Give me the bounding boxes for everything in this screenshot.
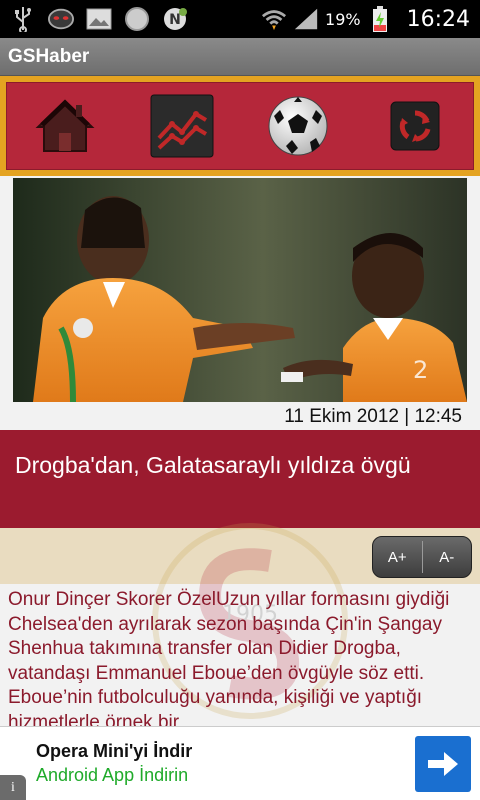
ad-subtitle: Android App İndirin bbox=[36, 765, 189, 785]
app-title: GSHaber bbox=[8, 46, 90, 67]
mask-app-icon bbox=[48, 6, 74, 32]
trend-chart-icon bbox=[150, 94, 214, 158]
nav-refresh-button[interactable] bbox=[381, 92, 449, 160]
circle-icon bbox=[124, 6, 150, 32]
signal-icon bbox=[293, 6, 319, 32]
article-date: 11 Ekim 2012 | 12:45 bbox=[284, 406, 462, 427]
ad-title: Opera Mini'yi İndir bbox=[36, 741, 193, 761]
soccer-ball-icon bbox=[268, 96, 328, 156]
ad-info-icon[interactable]: i bbox=[0, 775, 26, 800]
status-system: 19% 16:24 bbox=[261, 4, 470, 34]
battery-charging-icon bbox=[367, 6, 393, 32]
gallery-icon bbox=[86, 6, 112, 32]
ad-open-button[interactable] bbox=[415, 736, 471, 792]
svg-text:N: N bbox=[169, 12, 181, 28]
wifi-icon bbox=[261, 6, 287, 32]
font-decrease-button[interactable]: A- bbox=[423, 537, 472, 577]
nav-trend-button[interactable] bbox=[148, 92, 216, 160]
headline-box: Drogba'dan, Galatasaraylı yıldıza övgü bbox=[0, 430, 480, 528]
article-photo: 2 bbox=[13, 178, 467, 402]
app-screen: N 19% 16:24 GSHaber 2 11 Ekim 2012 | 12:… bbox=[0, 0, 480, 800]
svg-text:2: 2 bbox=[413, 356, 428, 384]
n-notification-icon: N bbox=[162, 6, 188, 32]
nav-inner bbox=[6, 82, 474, 170]
nav-home-button[interactable] bbox=[31, 92, 99, 160]
battery-percent: 19% bbox=[325, 9, 361, 29]
status-notifications: N bbox=[10, 4, 188, 34]
font-increase-button[interactable]: A+ bbox=[373, 537, 422, 577]
article-content: 2 11 Ekim 2012 | 12:45 Drogba'dan, Galat… bbox=[0, 176, 480, 726]
font-size-control: A+ A- bbox=[372, 536, 472, 578]
home-icon bbox=[35, 99, 95, 152]
article-body: Onur Dinçer Skorer ÖzelUzun yıllar forma… bbox=[8, 589, 450, 726]
ad-banner[interactable]: Opera Mini'yi İndir Android App İndirin … bbox=[0, 726, 480, 800]
app-title-bar: GSHaber bbox=[0, 38, 480, 76]
arrow-right-icon bbox=[428, 752, 458, 776]
clock: 16:24 bbox=[406, 6, 470, 32]
article-headline: Drogba'dan, Galatasaraylı yıldıza övgü bbox=[15, 452, 411, 478]
status-bar: N 19% 16:24 bbox=[0, 0, 480, 38]
usb-icon bbox=[10, 6, 36, 32]
nav-bar bbox=[0, 76, 480, 176]
nav-football-button[interactable] bbox=[264, 92, 332, 160]
refresh-icon bbox=[390, 101, 440, 151]
